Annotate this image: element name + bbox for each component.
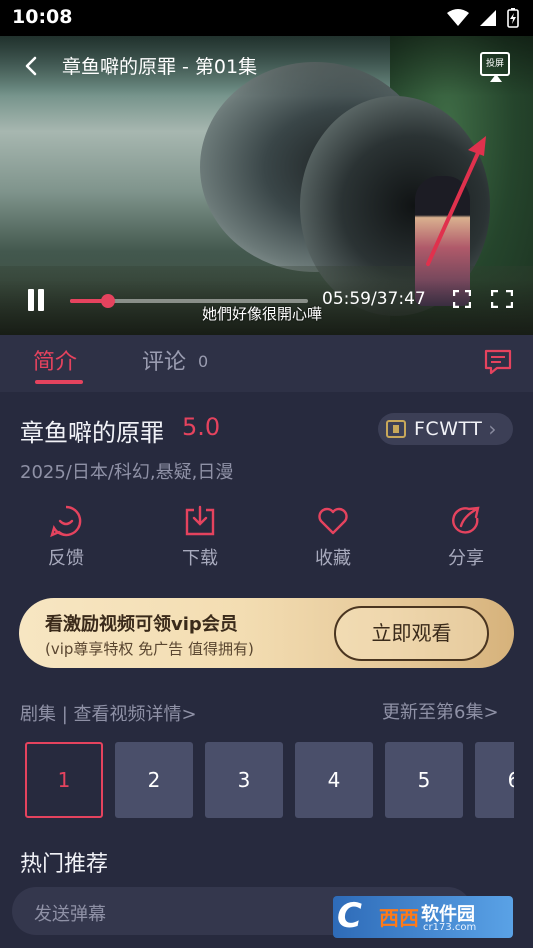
- danmaku-toggle-icon[interactable]: [483, 348, 513, 376]
- heart-icon: [318, 507, 348, 535]
- action-row: 反馈 下载 收藏 分享: [0, 500, 533, 580]
- episode-button[interactable]: 2: [115, 742, 193, 818]
- comments-count: 0: [198, 352, 209, 371]
- video-subtitle: 她們好像很開心嘩: [202, 305, 323, 323]
- film-icon: [386, 420, 406, 438]
- tab-intro[interactable]: 简介: [33, 344, 77, 376]
- share-button[interactable]: 分享: [421, 500, 511, 570]
- share-icon: [452, 506, 480, 534]
- episode-button[interactable]: 5: [385, 742, 463, 818]
- episode-details-link[interactable]: 剧集 | 查看视频详情>: [20, 700, 197, 726]
- episode-list: 1 2 3 4 5 6: [25, 742, 514, 820]
- episode-button[interactable]: 3: [205, 742, 283, 818]
- badge-label: FCWTT: [414, 418, 483, 440]
- download-icon: [185, 505, 215, 536]
- vip-banner[interactable]: 看激励视频可领vip会员 (vip尊享特权 免广告 值得拥有) 立即观看: [19, 598, 514, 668]
- danmaku-placeholder: 发送弹幕: [34, 904, 106, 925]
- fullscreen-window-icon[interactable]: [453, 290, 471, 308]
- timecode: 05:59/37:47: [322, 289, 426, 309]
- cast-icon: 投屏: [480, 52, 510, 76]
- feedback-label: 反馈: [48, 548, 84, 569]
- vip-banner-subtitle: (vip尊享特权 免广告 值得拥有): [45, 640, 254, 658]
- vip-banner-title: 看激励视频可领vip会员: [45, 614, 238, 635]
- annotation-arrow-icon: [426, 136, 486, 266]
- tab-active-indicator: [35, 380, 83, 384]
- seek-handle[interactable]: [101, 294, 116, 308]
- status-time: 10:08: [12, 6, 73, 28]
- feedback-button[interactable]: 反馈: [21, 500, 111, 570]
- favorite-label: 收藏: [315, 548, 351, 569]
- episode-update-link[interactable]: 更新至第6集>: [382, 698, 499, 724]
- signal-icon: [480, 10, 496, 26]
- show-title: 章鱼噼的原罪: [20, 419, 164, 447]
- show-meta: 2025/日本/科幻,悬疑,日漫: [20, 462, 234, 483]
- episode-button[interactable]: 6: [475, 742, 514, 818]
- pause-button[interactable]: [25, 289, 47, 311]
- status-bar: 10:08: [0, 0, 533, 36]
- episode-button[interactable]: 4: [295, 742, 373, 818]
- watch-now-button[interactable]: 立即观看: [334, 606, 489, 661]
- favorite-button[interactable]: 收藏: [288, 500, 378, 570]
- fcwtt-badge[interactable]: FCWTT ›: [378, 413, 513, 445]
- download-button[interactable]: 下载: [155, 500, 245, 570]
- battery-icon: [507, 8, 519, 28]
- cast-triangle-icon: [490, 74, 502, 82]
- watermark-logo: C 西西 软件园 cr173.com: [333, 896, 513, 938]
- video-title: 章鱼噼的原罪 - 第01集: [62, 56, 258, 78]
- wifi-icon: [447, 9, 469, 26]
- back-arrow-icon[interactable]: [20, 54, 44, 78]
- feedback-icon: [50, 505, 82, 538]
- episode-button[interactable]: 1: [25, 742, 103, 818]
- cast-button[interactable]: 投屏: [480, 52, 512, 82]
- show-rating: 5.0: [182, 413, 221, 441]
- pause-icon: [28, 289, 34, 311]
- chevron-right-icon: ›: [488, 417, 497, 441]
- share-label: 分享: [448, 548, 484, 569]
- download-label: 下载: [182, 548, 218, 569]
- fullscreen-icon[interactable]: [491, 290, 513, 308]
- hot-recommend-title: 热门推荐: [20, 852, 109, 877]
- watermark-url: cr173.com: [423, 922, 477, 933]
- tab-comments[interactable]: 评论: [142, 344, 186, 376]
